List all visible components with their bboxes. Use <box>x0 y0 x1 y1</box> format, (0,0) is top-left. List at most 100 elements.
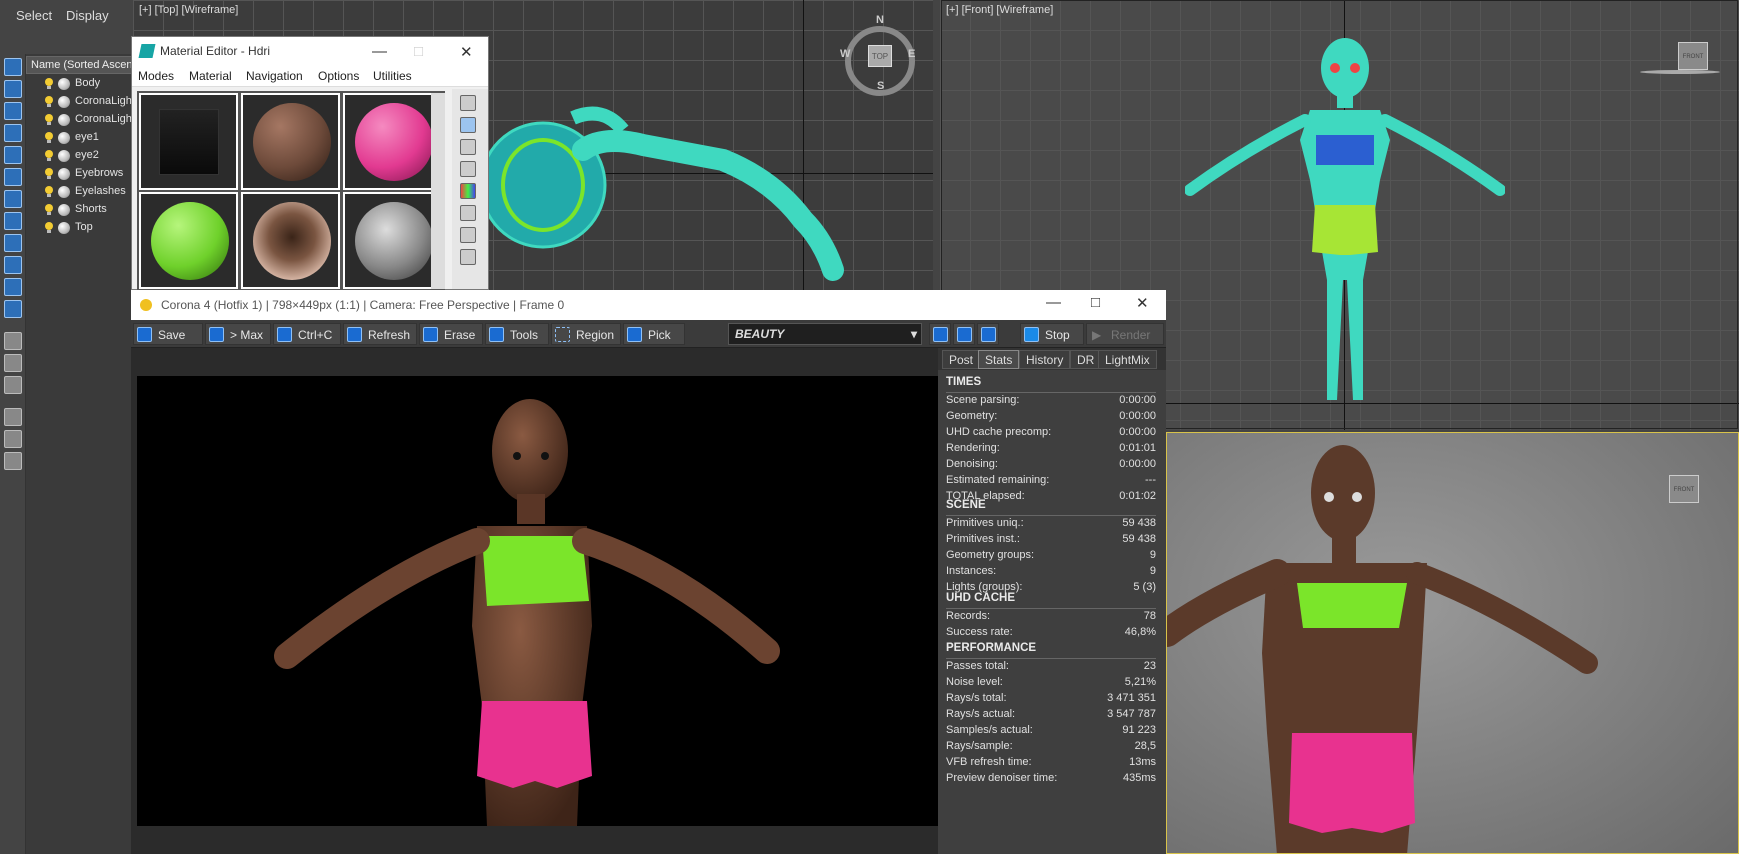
stat-key: Passes total: <box>946 660 1009 672</box>
background-icon[interactable] <box>460 139 476 155</box>
slot-scrollbar[interactable] <box>431 93 445 289</box>
sort-icon[interactable] <box>4 452 22 470</box>
display-helpers-icon[interactable] <box>4 168 22 186</box>
material-slot[interactable] <box>343 192 442 289</box>
video-color-icon[interactable] <box>460 183 476 199</box>
sample-type-icon[interactable] <box>460 95 476 111</box>
display-cameras-icon[interactable] <box>4 146 22 164</box>
tab-post[interactable]: Post <box>942 350 981 369</box>
lightbulb-icon[interactable] <box>44 78 54 90</box>
zoom-in-button[interactable] <box>929 323 951 345</box>
layer-icon[interactable] <box>4 332 22 350</box>
options-icon[interactable] <box>460 227 476 243</box>
display-bones-icon[interactable] <box>4 256 22 274</box>
explorer-item[interactable]: Body <box>44 75 132 93</box>
menu-options[interactable]: Options <box>318 69 359 83</box>
viewport-perspective[interactable]: FRONT <box>1166 432 1739 854</box>
menu-navigation[interactable]: Navigation <box>246 69 303 83</box>
lightbulb-icon[interactable] <box>44 186 54 198</box>
uv-tiling-icon[interactable] <box>460 161 476 177</box>
explorer-item[interactable]: eye2 <box>44 147 132 165</box>
material-slot[interactable] <box>241 93 340 190</box>
material-editor-window[interactable]: Material Editor - Hdri — □ ✕ Modes Mater… <box>131 36 489 291</box>
page-icon[interactable] <box>4 354 22 372</box>
render-canvas[interactable] <box>137 376 938 826</box>
viewport-front-label[interactable]: [+] [Front] [Wireframe] <box>946 4 1053 16</box>
display-frozen-icon[interactable] <box>4 300 22 318</box>
copy-button[interactable]: Ctrl+C <box>273 323 341 345</box>
explorer-item[interactable]: eye1 <box>44 129 132 147</box>
stat-key: Samples/s actual: <box>946 724 1033 736</box>
display-shapes-icon[interactable] <box>4 102 22 120</box>
render-button[interactable]: ▶ Render <box>1086 323 1164 345</box>
select-all-icon[interactable] <box>4 58 22 76</box>
display-spacewarps-icon[interactable] <box>4 190 22 208</box>
maximize-icon[interactable]: □ <box>414 43 423 60</box>
explorer-item-label: CoronaLight002 <box>75 113 132 125</box>
viewcube-top[interactable]: TOP <box>868 45 892 67</box>
minimize-icon[interactable]: — <box>372 43 387 60</box>
to-max-button[interactable]: > Max <box>205 323 271 345</box>
lightbulb-icon[interactable] <box>44 150 54 162</box>
zoom-out-button[interactable] <box>953 323 975 345</box>
refresh-button[interactable]: Refresh <box>343 323 417 345</box>
tab-lightmix[interactable]: LightMix <box>1098 350 1157 369</box>
display-groups-icon[interactable] <box>4 212 22 230</box>
list-icon[interactable] <box>4 376 22 394</box>
menu-modes[interactable]: Modes <box>138 69 174 83</box>
material-slot[interactable] <box>343 93 442 190</box>
tools-button[interactable]: Tools <box>485 323 549 345</box>
lightbulb-icon[interactable] <box>44 204 54 216</box>
close-icon[interactable]: ✕ <box>460 43 473 61</box>
close-icon[interactable]: ✕ <box>1136 294 1149 312</box>
save-button[interactable]: Save <box>133 323 203 345</box>
viewcube-front[interactable]: FRONT <box>1678 42 1708 70</box>
minimize-icon[interactable]: — <box>1046 294 1061 311</box>
explorer-item[interactable]: Eyelashes <box>44 183 132 201</box>
tab-dr[interactable]: DR <box>1070 350 1102 369</box>
filter-options-icon[interactable] <box>4 430 22 448</box>
explorer-item[interactable]: Shorts <box>44 201 132 219</box>
material-slot[interactable] <box>241 192 340 289</box>
menu-utilities[interactable]: Utilities <box>373 69 412 83</box>
make-preview-icon[interactable] <box>460 205 476 221</box>
display-containers-icon[interactable] <box>4 278 22 296</box>
material-slot[interactable] <box>139 192 238 289</box>
zoom-fit-button[interactable] <box>977 323 999 345</box>
vfb-titlebar[interactable]: Corona 4 (Hotfix 1) | 798×449px (1:1) | … <box>131 290 1166 320</box>
corona-vfb-window[interactable]: Corona 4 (Hotfix 1) | 798×449px (1:1) | … <box>131 290 1166 854</box>
display-geometry-icon[interactable] <box>4 80 22 98</box>
lightbulb-icon[interactable] <box>44 168 54 180</box>
stop-button[interactable]: Stop <box>1020 323 1084 345</box>
tab-history[interactable]: History <box>1019 350 1071 369</box>
tab-stats[interactable]: Stats <box>978 350 1020 369</box>
material-editor-titlebar[interactable]: Material Editor - Hdri — □ ✕ <box>132 37 488 65</box>
select-by-material-icon[interactable] <box>460 249 476 265</box>
lightbulb-icon[interactable] <box>44 132 54 144</box>
material-slot[interactable] <box>139 93 238 190</box>
explorer-item-label: Eyebrows <box>75 167 124 179</box>
display-lights-icon[interactable] <box>4 124 22 142</box>
explorer-item-label: eye2 <box>75 149 99 161</box>
pick-button[interactable]: Pick <box>623 323 685 345</box>
erase-button[interactable]: Erase <box>419 323 483 345</box>
explorer-column-header[interactable]: Name (Sorted Ascending) <box>26 56 132 74</box>
channel-dropdown[interactable]: BEAUTY ▾ <box>728 323 922 345</box>
menu-material[interactable]: Material <box>189 69 232 83</box>
lightbulb-icon[interactable] <box>44 114 54 126</box>
explorer-item[interactable]: Top <box>44 219 132 237</box>
display-xrefs-icon[interactable] <box>4 234 22 252</box>
explorer-item[interactable]: CoronaLight002 <box>44 111 132 129</box>
backlight-icon[interactable] <box>460 117 476 133</box>
menu-display[interactable]: Display <box>66 8 109 23</box>
menu-select[interactable]: Select <box>16 8 52 23</box>
filter-icon[interactable] <box>4 408 22 426</box>
lightbulb-icon[interactable] <box>44 222 54 234</box>
explorer-item[interactable]: CoronaLight001 <box>44 93 132 111</box>
viewport-top-label[interactable]: [+] [Top] [Wireframe] <box>139 4 238 16</box>
explorer-item[interactable]: Eyebrows <box>44 165 132 183</box>
stat-value: 91 223 <box>1122 724 1156 736</box>
lightbulb-icon[interactable] <box>44 96 54 108</box>
region-button[interactable]: Region <box>551 323 621 345</box>
maximize-icon[interactable]: □ <box>1091 294 1100 311</box>
